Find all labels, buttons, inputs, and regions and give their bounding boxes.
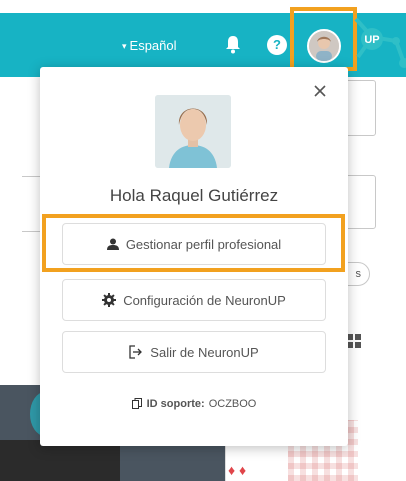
logout-button[interactable]: Salir de NeuronUP [62,331,326,373]
support-id: ID soporte: OCZBOO [40,398,348,412]
close-icon[interactable] [313,84,327,98]
logo-text: UP [364,34,379,46]
background-thumbnail [0,440,120,481]
settings-button[interactable]: Configuración de NeuronUP [62,279,326,321]
profile-photo [155,95,231,168]
sign-out-icon [129,345,143,359]
manage-profile-highlight [42,214,345,272]
support-id-value: OCZBOO [208,398,257,410]
bell-icon[interactable] [224,35,242,55]
neuronup-logo[interactable]: UP [348,13,406,73]
avatar-highlight [290,7,357,71]
diamond-icons: ♦ ♦ [228,462,247,478]
support-id-label: ID soporte: [146,398,205,410]
copy-icon [131,398,142,412]
language-selector[interactable]: ▾ Español [122,38,177,53]
logout-label: Salir de NeuronUP [150,344,259,360]
settings-label: Configuración de NeuronUP [123,292,286,308]
gear-icon [102,293,117,307]
caret-down-icon: ▾ [122,41,127,51]
help-icon[interactable]: ? [267,35,287,55]
grid-view-icon [347,334,361,348]
greeting-text: Hola Raquel Gutiérrez [109,186,279,205]
language-label: Español [129,38,177,53]
